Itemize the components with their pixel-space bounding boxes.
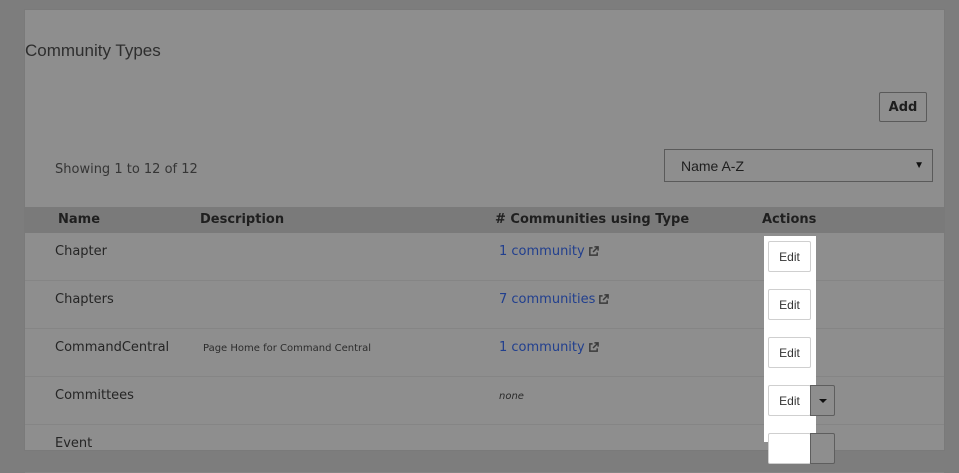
row-name: Committees <box>55 388 134 403</box>
edit-button[interactable]: Edit <box>768 385 811 416</box>
row-name: Event <box>55 436 93 451</box>
communities-none: none <box>499 391 524 402</box>
actions-dropdown-button[interactable] <box>810 433 835 464</box>
row-name: Chapters <box>55 292 114 307</box>
header-actions: Actions <box>762 212 817 227</box>
row-name: Chapter <box>55 244 107 259</box>
communities-link-text: 1 community <box>499 244 585 259</box>
edit-button[interactable]: Edit <box>768 337 811 368</box>
communities-link[interactable]: 1 community <box>499 340 599 355</box>
caret-down-icon <box>818 398 827 403</box>
showing-count: Showing 1 to 12 of 12 <box>55 162 198 177</box>
edit-button[interactable]: Edit <box>768 289 811 320</box>
communities-link-text: 1 community <box>499 340 585 355</box>
sort-select-value: Name A-Z <box>681 157 745 174</box>
chevron-down-icon: ▼ <box>914 160 924 171</box>
header-name: Name <box>58 212 101 227</box>
actions-dropdown-button[interactable] <box>810 385 835 416</box>
sort-select[interactable]: Name A-Z ▼ <box>664 149 933 182</box>
communities-link[interactable]: 1 community <box>499 244 599 259</box>
edit-button[interactable] <box>768 433 811 464</box>
communities-link[interactable]: 7 communities <box>499 292 610 307</box>
page-title: Community Types <box>25 41 161 60</box>
row-name: CommandCentral <box>55 340 170 355</box>
external-link-icon <box>599 294 610 304</box>
header-description: Description <box>200 212 285 227</box>
table-header: Name Description # Communities using Typ… <box>25 207 944 233</box>
external-link-icon <box>588 342 599 352</box>
row-description: Page Home for Command Central <box>203 343 372 354</box>
communities-link-text: 7 communities <box>499 292 596 307</box>
external-link-icon <box>588 246 599 256</box>
header-communities: # Communities using Type <box>495 212 690 227</box>
edit-button[interactable]: Edit <box>768 241 811 272</box>
add-button[interactable]: Add <box>879 92 927 122</box>
